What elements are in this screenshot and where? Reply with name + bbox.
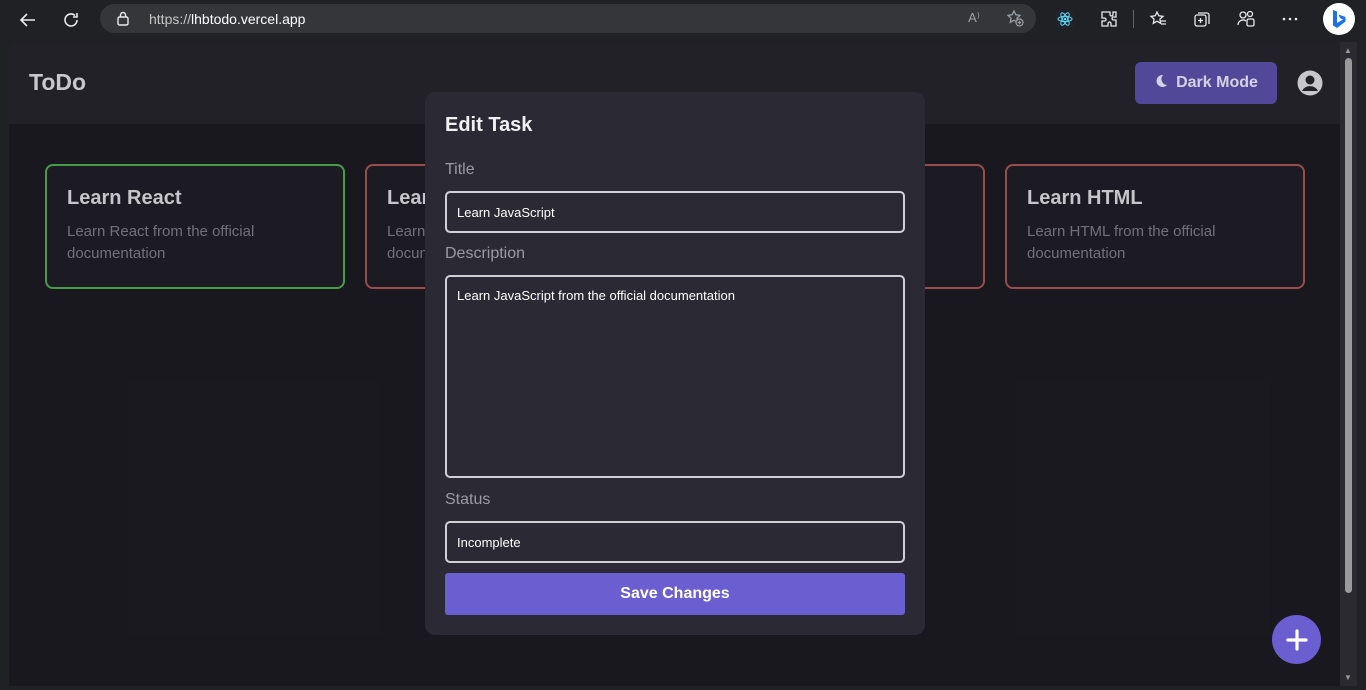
scrollbar-thumb[interactable] <box>1345 58 1352 593</box>
status-label: Status <box>445 491 491 508</box>
add-task-button[interactable] <box>1272 615 1321 664</box>
page-viewport: ToDo Dark Mode Learn React Learn React f… <box>9 42 1357 686</box>
description-textarea[interactable]: Learn JavaScript from the official docum… <box>445 275 905 478</box>
description-label: Description <box>445 245 526 262</box>
vertical-scrollbar[interactable]: ▲ ▼ <box>1340 42 1357 686</box>
more-menu-icon[interactable] <box>1278 7 1302 31</box>
title-input[interactable]: Learn JavaScript <box>445 191 905 233</box>
read-aloud-icon[interactable]: A⁾ <box>968 10 980 26</box>
toolbar-divider <box>1133 10 1134 28</box>
browser-essentials-icon[interactable] <box>1234 7 1258 31</box>
address-bar[interactable]: https://lhbtodo.vercel.app A⁾ <box>100 4 1036 33</box>
browser-toolbar: https://lhbtodo.vercel.app A⁾ <box>0 0 1366 40</box>
modal-title: Edit Task <box>445 114 533 136</box>
lock-icon[interactable] <box>116 10 130 31</box>
bing-copilot-icon[interactable] <box>1323 3 1355 35</box>
back-icon[interactable] <box>14 6 42 34</box>
favorites-icon[interactable] <box>1146 7 1170 31</box>
title-label: Title <box>445 161 475 178</box>
edit-task-modal: Edit Task Title Learn JavaScript Descrip… <box>425 92 925 635</box>
url-text[interactable]: https://lhbtodo.vercel.app <box>149 11 305 27</box>
status-input[interactable]: Incomplete <box>445 521 905 563</box>
refresh-icon[interactable] <box>57 6 85 34</box>
extensions-icon[interactable] <box>1097 7 1121 31</box>
scroll-down-arrow-icon[interactable]: ▼ <box>1344 673 1352 682</box>
plus-icon <box>1285 628 1308 651</box>
collections-icon[interactable] <box>1190 7 1214 31</box>
scroll-up-arrow-icon[interactable]: ▲ <box>1344 46 1352 55</box>
react-devtools-icon[interactable] <box>1053 7 1077 31</box>
save-changes-button[interactable]: Save Changes <box>445 573 905 615</box>
add-favorite-icon[interactable] <box>1006 9 1024 32</box>
